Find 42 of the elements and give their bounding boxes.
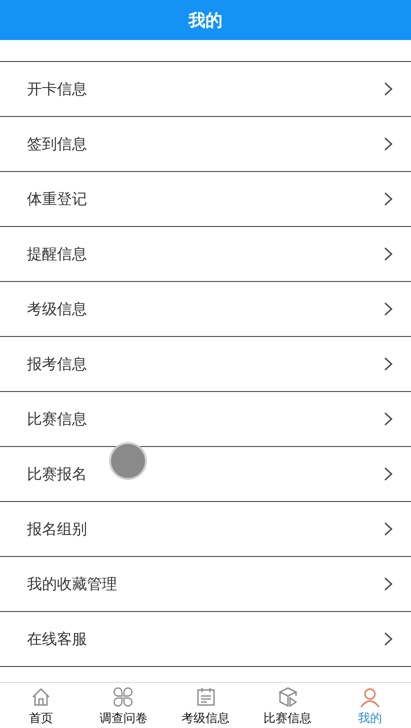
- touch-indicator: [111, 444, 145, 478]
- menu-item[interactable]: 开卡信息: [0, 62, 411, 117]
- chevron-icon: [384, 137, 393, 151]
- menu-label: 比赛报名: [27, 464, 87, 484]
- menu-label: 在线客服: [27, 630, 87, 648]
- tab[interactable]: 首页: [0, 683, 82, 728]
- menu-label: 报名组别: [27, 520, 87, 538]
- menu-label: 体重登记: [27, 190, 87, 208]
- menu-item[interactable]: 提醒信息: [0, 227, 411, 282]
- menu-item[interactable]: 在线客服: [0, 612, 411, 667]
- chevron-icon: [384, 247, 393, 261]
- page-title: 我的: [188, 10, 222, 32]
- person-icon: [358, 686, 381, 708]
- menu-item[interactable]: 考级信息: [0, 282, 411, 337]
- chevron-icon: [384, 192, 393, 206]
- clover-icon: [112, 686, 134, 708]
- tab[interactable]: 调查问卷: [82, 683, 164, 728]
- menu-label: 考级信息: [27, 300, 87, 318]
- chevron-icon: [384, 467, 393, 481]
- chevron-icon: [384, 412, 393, 426]
- menu-label: 我的收藏管理: [27, 574, 117, 594]
- menu-item[interactable]: 我的收藏管理: [0, 557, 411, 612]
- chevron-icon: [384, 302, 393, 316]
- chevron-icon: [384, 577, 393, 591]
- menu-label: 开卡信息: [27, 80, 87, 98]
- menu-item[interactable]: 签到信息: [0, 117, 411, 172]
- menu-label: 比赛信息: [27, 410, 87, 428]
- tab[interactable]: 考级信息: [164, 683, 247, 728]
- menu-label: 报考信息: [27, 354, 87, 374]
- chevron-icon: [384, 632, 393, 646]
- calendar-icon: [194, 686, 216, 708]
- menu-item[interactable]: 报考信息: [0, 337, 411, 392]
- menu-item[interactable]: 体重登记: [0, 172, 411, 227]
- menu-label: 签到信息: [27, 134, 87, 154]
- tab[interactable]: 我的: [328, 683, 411, 728]
- chevron-icon: [384, 357, 393, 371]
- chevron-icon: [384, 522, 393, 536]
- chevron-icon: [384, 82, 393, 96]
- cube-icon: [276, 686, 299, 708]
- tab[interactable]: 比赛信息: [246, 683, 329, 728]
- menu-item[interactable]: 报名组别: [0, 502, 411, 557]
- menu-label: 提醒信息: [27, 244, 87, 264]
